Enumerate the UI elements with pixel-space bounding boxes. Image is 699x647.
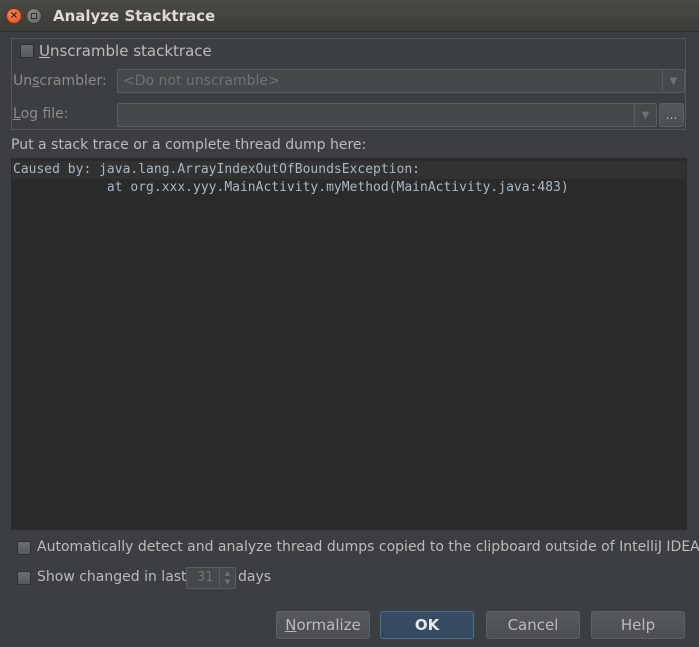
unscrambler-value: <Do not unscramble> [123,73,280,89]
unscrambler-dropdown[interactable]: <Do not unscramble> ▼ [117,69,685,93]
days-spinner[interactable]: 31 ▲ ▼ [186,567,236,589]
log-file-label: Log file: [13,106,69,122]
log-file-dropdown[interactable]: ▼ [117,103,657,127]
browse-log-file-button[interactable]: ... [659,103,684,127]
close-icon[interactable]: × [6,8,22,24]
window-title: Analyze Stacktrace [53,7,216,25]
minimize-icon[interactable] [26,8,42,24]
auto-detect-checkbox[interactable] [17,541,31,555]
unscrambler-label: Unscrambler: [13,73,107,89]
chevron-down-icon[interactable]: ▼ [634,104,656,126]
unscramble-checkbox-label[interactable]: Unscramble stacktrace [39,42,212,60]
ok-button[interactable]: OK [380,611,474,639]
days-value[interactable]: 31 [197,570,214,585]
spinner-arrows[interactable]: ▲ ▼ [219,568,235,588]
chevron-down-icon[interactable]: ▼ [225,578,230,587]
auto-detect-label[interactable]: Automatically detect and analyze thread … [37,539,699,555]
stacktrace-editor[interactable]: Caused by: java.lang.ArrayIndexOutOfBoun… [11,158,687,530]
chevron-down-icon[interactable]: ▼ [662,70,684,92]
stacktrace-prompt: Put a stack trace or a complete thread d… [11,137,367,153]
days-label: days [238,569,272,585]
help-button[interactable]: Help [591,611,685,639]
normalize-button[interactable]: Normalize [276,611,370,639]
stacktrace-line: Caused by: java.lang.ArrayIndexOutOfBoun… [13,162,420,177]
analyze-stacktrace-dialog: × Analyze Stacktrace Unscramble stacktra… [0,0,699,647]
unscramble-checkbox[interactable] [20,44,34,58]
show-changed-checkbox[interactable] [17,571,31,585]
show-changed-label[interactable]: Show changed in last [37,569,187,585]
stacktrace-line: at org.xxx.yyy.MainActivity.myMethod(Mai… [13,180,569,195]
title-bar[interactable]: × Analyze Stacktrace [0,0,699,32]
cancel-button[interactable]: Cancel [486,611,580,639]
chevron-up-icon[interactable]: ▲ [225,569,230,578]
